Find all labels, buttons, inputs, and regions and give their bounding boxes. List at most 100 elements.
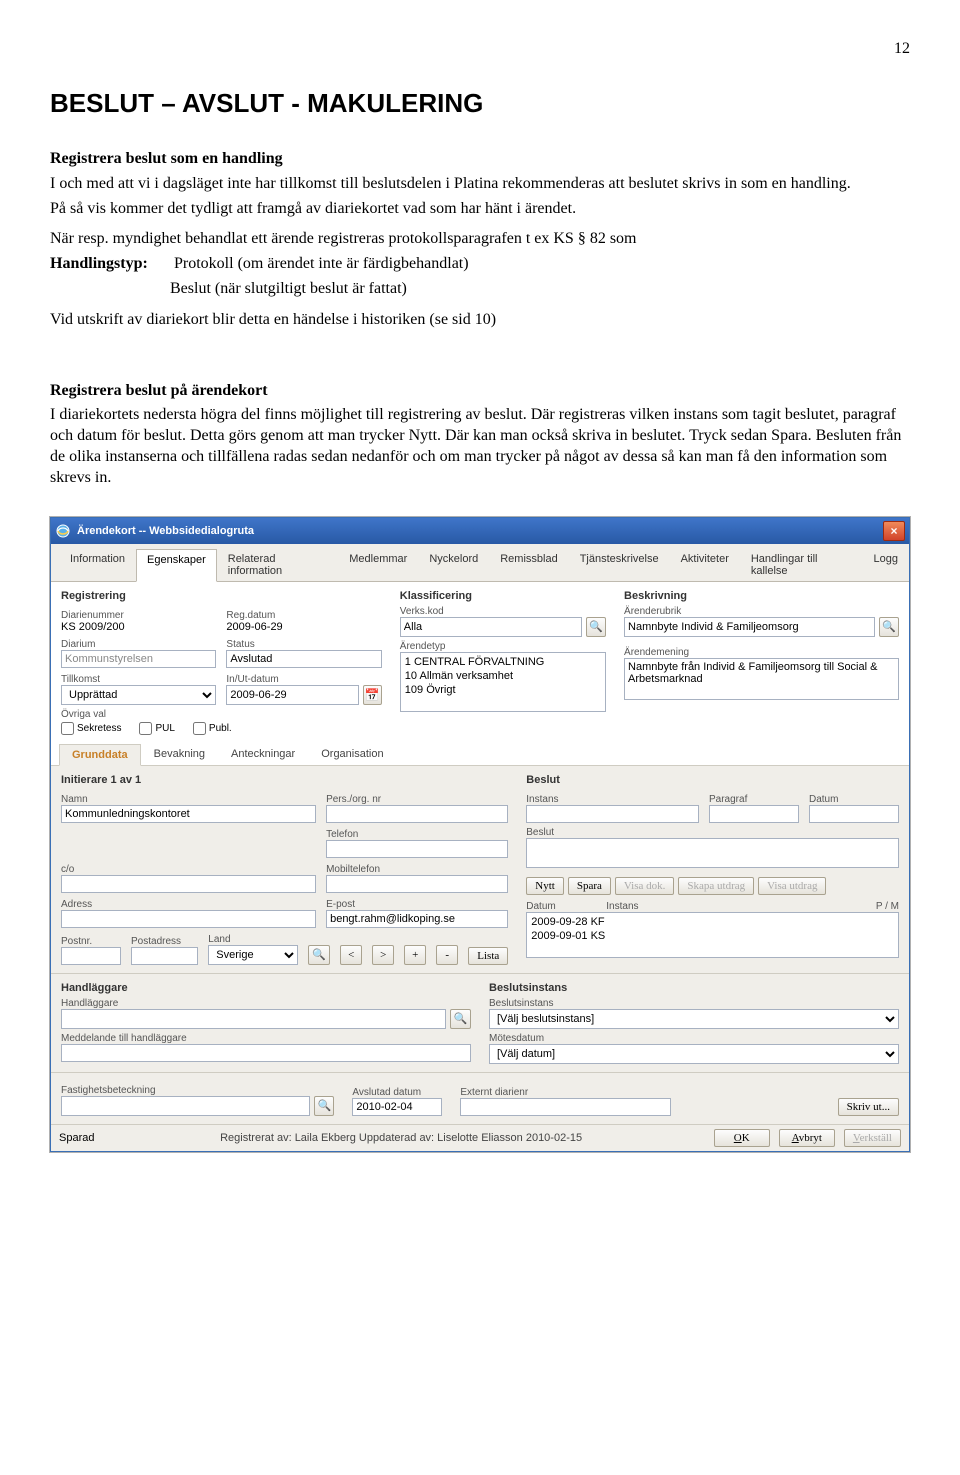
beslut-list[interactable]: 2009-09-28 KF 2009-09-01 KS <box>526 912 899 958</box>
status-label: Status <box>226 639 381 650</box>
tab-information[interactable]: Information <box>59 548 136 581</box>
regdatum-value: 2009-06-29 <box>226 621 381 633</box>
subtab-organisation[interactable]: Organisation <box>308 743 396 765</box>
verkskod-input[interactable] <box>400 617 583 637</box>
handlaggare-label: Handläggare <box>61 998 471 1009</box>
verkstall-button[interactable]: Verkställ <box>844 1129 901 1147</box>
regdatum-label: Reg.datum <box>226 610 381 621</box>
calendar-icon[interactable]: 📅 <box>363 685 382 705</box>
inut-input[interactable] <box>226 685 359 705</box>
verkskod-search-icon[interactable]: 🔍 <box>586 617 606 637</box>
lista-button[interactable]: Lista <box>468 947 508 965</box>
diarium-label: Diarium <box>61 639 216 650</box>
subtab-bevakning[interactable]: Bevakning <box>141 743 218 765</box>
skrivut-button[interactable]: Skriv ut... <box>838 1098 899 1116</box>
arendetyp-row-3[interactable]: 109 Övrigt <box>405 683 601 697</box>
co-input[interactable] <box>61 875 316 893</box>
tab-handlingar[interactable]: Handlingar till kallelse <box>740 548 863 581</box>
motesdatum-select[interactable]: [Välj datum] <box>489 1044 899 1064</box>
adress-label: Adress <box>61 899 316 910</box>
registrerat-text: Registrerat av: Laila Ekberg Uppdaterad … <box>220 1132 582 1144</box>
adress-input[interactable] <box>61 910 316 928</box>
subhead-1: Registrera beslut som en handling <box>50 149 910 170</box>
tillkomst-select[interactable]: Upprättad <box>61 685 216 705</box>
land-select[interactable]: Sverige <box>208 945 298 965</box>
fastighet-search-icon[interactable]: 🔍 <box>314 1096 334 1116</box>
avbryt-button[interactable]: Avbryt <box>779 1129 835 1147</box>
ok-button[interactable]: OOKK <box>714 1129 770 1147</box>
epost-label: E-post <box>326 899 508 910</box>
close-button[interactable]: × <box>883 521 905 541</box>
tab-logg[interactable]: Logg <box>863 548 909 581</box>
sekretess-check[interactable]: Sekretess <box>61 722 121 735</box>
add-button[interactable]: + <box>404 945 426 965</box>
beslut-row-2[interactable]: 2009-09-01 KS <box>531 929 894 943</box>
remove-button[interactable]: - <box>436 945 458 965</box>
arendetyp-list[interactable]: 1 CENTRAL FÖRVALTNING 10 Allmän verksamh… <box>400 652 606 712</box>
paragraf-input[interactable] <box>709 805 799 823</box>
beslutsinstans-select[interactable]: [Välj beslutsinstans] <box>489 1009 899 1029</box>
beslutsinstans-title: Beslutsinstans <box>489 982 899 994</box>
tab-tjansteskrivelse[interactable]: Tjänsteskrivelse <box>569 548 670 581</box>
persorg-label: Pers./org. nr <box>326 794 508 805</box>
handlingstyp-val2: Beslut (när slutgiltigt beslut är fattat… <box>170 279 910 300</box>
mening-textarea[interactable]: Namnbyte från Individ & Familjeomsorg ti… <box>624 658 899 700</box>
namn-input[interactable] <box>61 805 316 823</box>
dialog-title: Ärendekort -- Webbsidedialogruta <box>77 525 254 537</box>
handlaggare-input[interactable] <box>61 1009 446 1029</box>
land-search-icon[interactable]: 🔍 <box>308 945 330 965</box>
pul-check[interactable]: PUL <box>139 722 174 735</box>
avslut-input[interactable] <box>352 1098 442 1116</box>
para-5: I diariekortets nedersta högra del finns… <box>50 405 910 488</box>
spara-button[interactable]: Spara <box>568 877 611 895</box>
visadok-button[interactable]: Visa dok. <box>615 877 675 895</box>
skapautdrag-button[interactable]: Skapa utdrag <box>678 877 754 895</box>
rubrik-search-icon[interactable]: 🔍 <box>879 617 899 637</box>
handlaggare-search-icon[interactable]: 🔍 <box>450 1009 471 1029</box>
tab-egenskaper[interactable]: Egenskaper <box>136 549 217 582</box>
tab-aktiviteter[interactable]: Aktiviteter <box>670 548 740 581</box>
paragraf-label: Paragraf <box>709 794 799 805</box>
status-input[interactable] <box>226 650 381 668</box>
beslut-label: Beslut <box>526 827 899 838</box>
subtab-anteckningar[interactable]: Anteckningar <box>218 743 308 765</box>
arendetyp-row-1[interactable]: 1 CENTRAL FÖRVALTNING <box>405 655 601 669</box>
publ-check[interactable]: Publ. <box>193 722 232 735</box>
tab-medlemmar[interactable]: Medlemmar <box>338 548 418 581</box>
tab-nyckelord[interactable]: Nyckelord <box>418 548 489 581</box>
medd-label: Meddelande till handläggare <box>61 1033 471 1044</box>
subtab-grunddata[interactable]: Grunddata <box>59 744 141 766</box>
mening-label: Ärendemening <box>624 647 899 658</box>
datum-input[interactable] <box>809 805 899 823</box>
diarienummer-label: Diarienummer <box>61 610 216 621</box>
prev-button[interactable]: < <box>340 945 362 965</box>
postnr-input[interactable] <box>61 947 121 965</box>
ovriga-label: Övriga val <box>61 709 382 720</box>
telefon-input[interactable] <box>326 840 508 858</box>
beslut-textarea[interactable] <box>526 838 899 868</box>
land-label: Land <box>208 934 298 945</box>
tab-relaterad[interactable]: Relaterad information <box>217 548 339 581</box>
instans-input[interactable] <box>526 805 699 823</box>
tab-remissblad[interactable]: Remissblad <box>489 548 568 581</box>
nytt-button[interactable]: Nytt <box>526 877 564 895</box>
medd-input[interactable] <box>61 1044 471 1062</box>
postadress-input[interactable] <box>131 947 198 965</box>
instans-label: Instans <box>526 794 699 805</box>
page-number: 12 <box>50 40 910 58</box>
mobil-input[interactable] <box>326 875 508 893</box>
persorg-input[interactable] <box>326 805 508 823</box>
bottom-panel: Fastighetsbeteckning 🔍 Avslutad datum Ex… <box>51 1073 909 1124</box>
next-button[interactable]: > <box>372 945 394 965</box>
sparad-text: Sparad <box>59 1132 94 1144</box>
para-1: I och med att vi i dagsläget inte har ti… <box>50 174 910 195</box>
visautdrag-button[interactable]: Visa utdrag <box>758 877 826 895</box>
beslut-row-1[interactable]: 2009-09-28 KF <box>531 915 894 929</box>
tillkomst-label: Tillkomst <box>61 674 216 685</box>
rubrik-input[interactable] <box>624 617 875 637</box>
klassificering-title: Klassificering <box>400 590 606 602</box>
externt-input[interactable] <box>460 1098 670 1116</box>
arendetyp-row-2[interactable]: 10 Allmän verksamhet <box>405 669 601 683</box>
fastighet-input[interactable] <box>61 1096 310 1116</box>
epost-input[interactable] <box>326 910 508 928</box>
